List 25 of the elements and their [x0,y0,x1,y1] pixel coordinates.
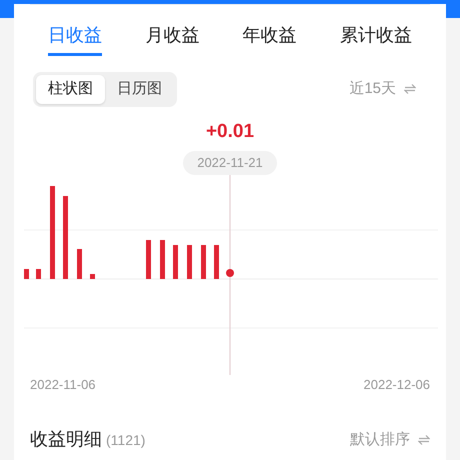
bar [173,244,178,279]
selected-date-tooltip: 2022-11-21 [183,151,277,175]
bar [187,244,192,279]
bar [146,240,151,279]
bar [24,268,29,279]
swap-icon[interactable] [404,84,416,94]
bar [90,274,95,279]
end-date: 2022-12-06 [364,376,430,394]
view-option[interactable]: 日历图 [105,75,174,104]
bar [214,244,219,279]
bar [36,268,41,279]
bar [201,244,206,279]
data-point [226,268,234,277]
tab[interactable]: 月收益 [145,22,200,56]
swap-icon[interactable] [418,434,430,445]
section-title: 收益明细 [30,428,102,452]
selected-value: +0.01 [206,120,254,144]
tab[interactable]: 累计收益 [340,22,412,56]
tab[interactable]: 年收益 [242,22,297,56]
bar [77,248,82,279]
view-option[interactable]: 柱状图 [36,75,105,104]
record-count: (1121) [106,431,146,450]
tab[interactable]: 日收益 [48,22,102,56]
bar [160,240,165,279]
start-date: 2022-11-06 [30,376,96,394]
